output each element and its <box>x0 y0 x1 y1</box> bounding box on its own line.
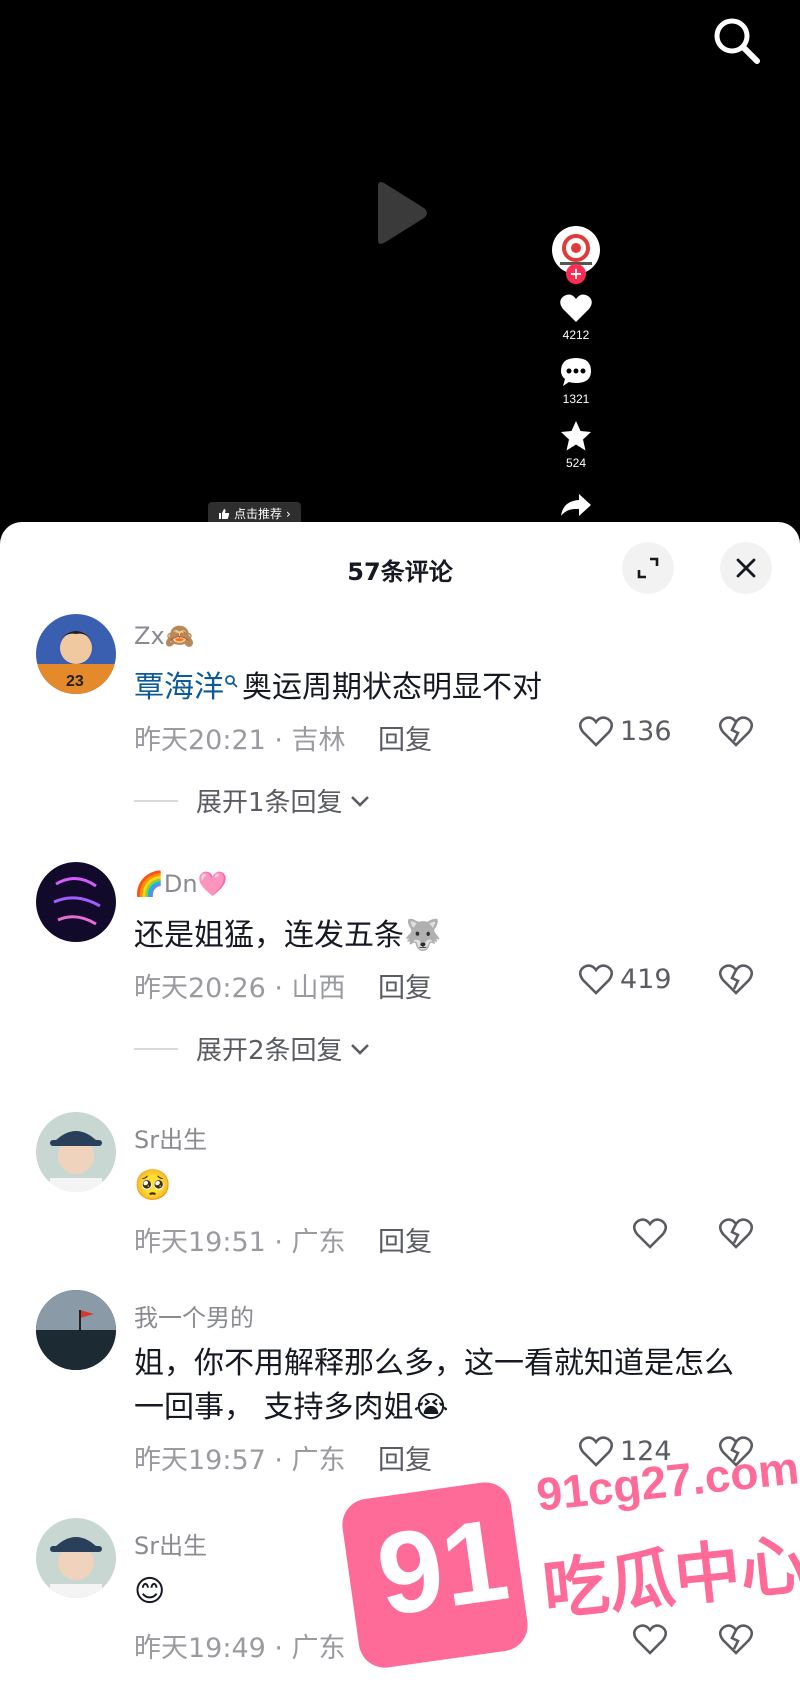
avatar-image <box>36 862 116 942</box>
avatar[interactable] <box>36 1112 116 1192</box>
comment-meta: 昨天19:49 · 广东 <box>134 1633 346 1664</box>
reply-button[interactable]: 回复 <box>378 1220 432 1259</box>
favorite-count: 524 <box>565 456 587 470</box>
avatar[interactable] <box>36 1518 116 1598</box>
comment-text: 覃海洋 奥运周期状态明显不对 <box>134 666 744 710</box>
dislike-button[interactable] <box>718 962 754 1000</box>
mention-link[interactable]: 覃海洋 <box>134 670 224 705</box>
share-action[interactable] <box>548 492 604 518</box>
star-icon <box>561 421 591 451</box>
like-button[interactable]: 136 <box>578 714 672 748</box>
divider <box>134 799 178 802</box>
comment-meta: 昨天20:21 · 吉林 <box>134 725 346 756</box>
play-icon[interactable] <box>372 180 428 246</box>
broken-heart-icon <box>718 1218 754 1249</box>
video-player[interactable]: + 4212 1321 524 点击推荐 › <box>0 0 800 540</box>
comment-meta: 昨天19:57 · 广东 <box>134 1445 346 1476</box>
favorite-action[interactable]: 524 <box>548 420 604 470</box>
chevron-down-icon <box>350 795 369 807</box>
divider <box>134 1047 178 1050</box>
heart-outline-icon <box>578 964 614 995</box>
avatar[interactable] <box>36 862 116 942</box>
comment-text: 🥺 <box>134 1168 172 1203</box>
watermark-site: 91cg27.com <box>534 1441 800 1521</box>
comment-count: 1321 <box>562 392 590 406</box>
comment-text: 还是姐猛，连发五条🐺 <box>134 918 442 953</box>
heart-icon <box>560 294 592 322</box>
like-button[interactable]: 419 <box>578 962 672 996</box>
svg-text:23: 23 <box>66 673 84 690</box>
search-button[interactable] <box>710 14 764 68</box>
heart-outline-icon <box>578 716 614 747</box>
broken-heart-icon <box>718 716 754 747</box>
reply-button[interactable]: 回复 <box>378 718 432 757</box>
heart-outline-icon <box>632 1218 668 1249</box>
username[interactable]: Sr出生 <box>134 1120 207 1155</box>
comment-body: 奥运周期状态明显不对 <box>242 670 542 705</box>
comment-meta: 昨天20:26 · 山西 <box>134 973 346 1004</box>
reply-button[interactable]: 回复 <box>378 966 432 1005</box>
avatar-image: 23 <box>36 614 116 694</box>
comment-meta: 昨天19:51 · 广东 <box>134 1227 346 1258</box>
like-count: 419 <box>620 963 672 995</box>
like-count: 136 <box>620 715 672 747</box>
like-action[interactable]: 4212 <box>548 292 604 342</box>
dislike-button[interactable] <box>718 1216 754 1254</box>
comment-text: 姐，你不用解释那么多，这一看就知道是怎么一回事， 支持多肉姐😭 <box>134 1346 734 1425</box>
watermark-number: 91 <box>369 1493 516 1641</box>
avatar-image <box>36 1518 116 1598</box>
watermark: 91 91cg27.com 吃瓜中心 <box>338 1440 800 1684</box>
expand-replies[interactable]: 展开2条回复 <box>134 1030 371 1067</box>
chevron-down-icon <box>350 1043 369 1055</box>
like-count: 4212 <box>562 328 590 342</box>
watermark-name: 吃瓜中心 <box>539 1525 800 1630</box>
expand-replies-label: 展开2条回复 <box>196 1036 343 1066</box>
comment-action[interactable]: 1321 <box>548 356 604 406</box>
search-icon <box>225 675 238 688</box>
avatar-image <box>36 1290 116 1370</box>
comment-bubble-icon <box>561 358 591 386</box>
avatar[interactable] <box>36 1290 116 1370</box>
share-icon <box>561 494 591 516</box>
expand-replies[interactable]: 展开1条回复 <box>134 782 371 819</box>
username[interactable]: Zx🙈 <box>134 622 195 650</box>
search-icon <box>714 18 760 64</box>
expand-button[interactable] <box>622 542 674 594</box>
avatar-image <box>36 1112 116 1192</box>
thumbs-up-icon <box>219 509 230 519</box>
expand-icon <box>637 557 659 579</box>
like-button[interactable] <box>632 1216 668 1250</box>
username[interactable]: 我一个男的 <box>134 1298 254 1333</box>
username[interactable]: 🌈Dn🩷 <box>134 870 227 898</box>
avatar[interactable]: 23 <box>36 614 116 694</box>
follow-button[interactable]: + <box>566 264 586 284</box>
expand-replies-label: 展开1条回复 <box>196 788 343 818</box>
dislike-button[interactable] <box>718 714 754 752</box>
broken-heart-icon <box>718 964 754 995</box>
close-icon <box>736 558 756 578</box>
sheet-title: 57条评论 <box>347 558 453 586</box>
close-button[interactable] <box>720 542 772 594</box>
username[interactable]: Sr出生 <box>134 1526 207 1561</box>
